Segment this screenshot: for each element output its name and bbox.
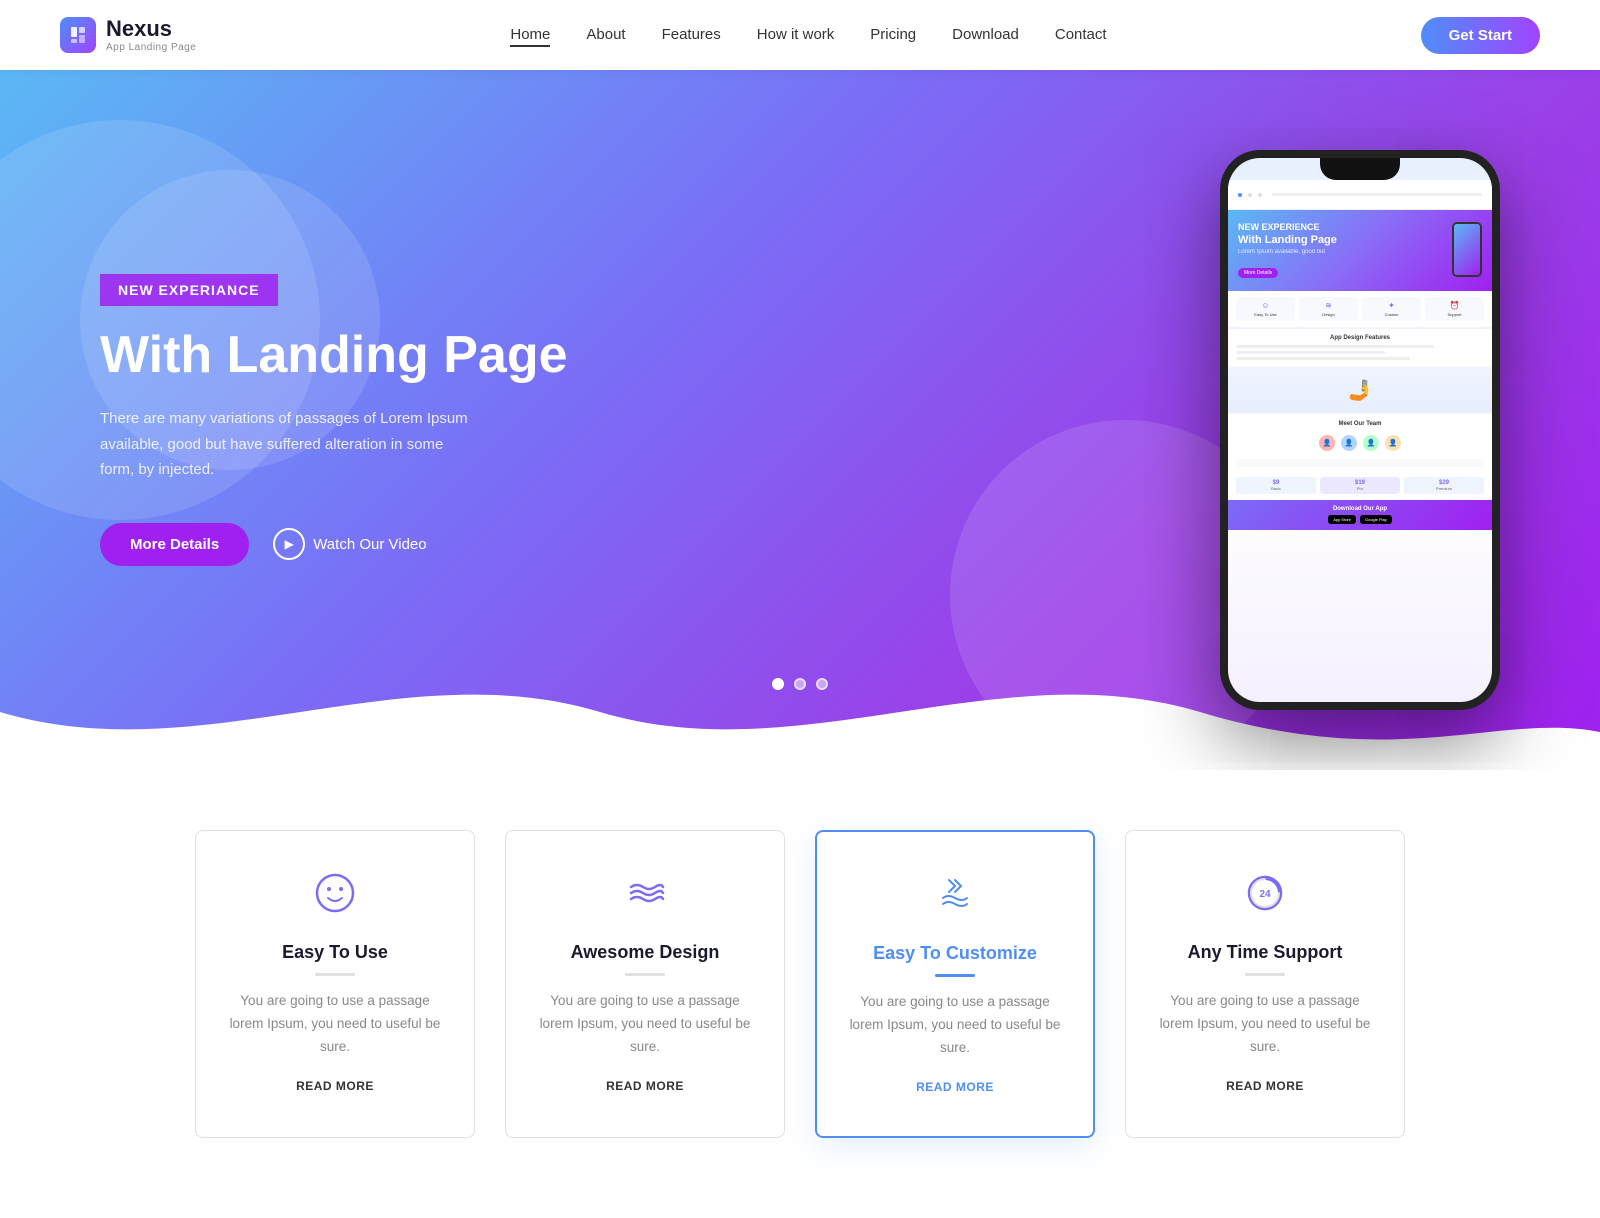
hero-badge: NEW EXPERIANCE (100, 274, 278, 306)
phone-avatar-1: 👤 (1319, 435, 1335, 451)
phone-mini-features: ☺ Easy To Use ≋ Design ✦ Custom ⏰ (1228, 291, 1492, 327)
video-label: Watch Our Video (313, 536, 426, 553)
feature-card-any-time-support: 24 Any Time Support You are going to use… (1125, 830, 1405, 1138)
smiley-icon (226, 871, 444, 924)
hero-left: NEW EXPERIANCE With Landing Page There a… (100, 274, 568, 565)
phone-pricing-3: $29 Premium (1404, 477, 1484, 494)
brand-subtitle: App Landing Page (106, 42, 196, 53)
brand-name: Nexus (106, 17, 196, 41)
phone-mini-feature-3: ✦ Custom (1362, 297, 1421, 321)
phone-mini-download: Download Our App App Store Google Play (1228, 500, 1492, 530)
features-section: Easy To Use You are going to use a passa… (0, 770, 1600, 1218)
phone-mini-screen (1454, 224, 1480, 275)
feature-desc-any-time-support: You are going to use a passage lorem Ips… (1156, 990, 1374, 1059)
read-more-easy-to-customize[interactable]: READ MORE (916, 1080, 994, 1094)
read-more-any-time-support[interactable]: READ MORE (1226, 1079, 1304, 1093)
phone-mini-header (1228, 180, 1492, 210)
hero-content: NEW EXPERIANCE With Landing Page There a… (0, 70, 1600, 770)
phone-nav-bar (1272, 193, 1482, 196)
phone-mini-title: NEW EXPERIENCE (1238, 222, 1337, 232)
feature-title-awesome-design: Awesome Design (536, 942, 754, 963)
phone-mockup: NEW EXPERIENCE With Landing Page Lorem I… (1220, 150, 1500, 710)
phone-mini-feature-1: ☺ Easy To Use (1236, 297, 1295, 321)
read-more-easy-to-use[interactable]: READ MORE (296, 1079, 374, 1093)
feature-desc-easy-to-use: You are going to use a passage lorem Ips… (226, 990, 444, 1059)
nav-pricing[interactable]: Pricing (870, 26, 916, 43)
slide-dot-1[interactable] (772, 678, 784, 690)
phone-mini-section-features: App Design Features (1228, 329, 1492, 366)
nav-home[interactable]: Home (510, 26, 550, 47)
nav-features[interactable]: Features (662, 26, 721, 43)
feature-title-any-time-support: Any Time Support (1156, 942, 1374, 963)
feature-desc-easy-to-customize: You are going to use a passage lorem Ips… (847, 991, 1063, 1060)
phone-mini-subtitle: With Landing Page (1238, 234, 1337, 246)
feature-divider-2 (625, 973, 665, 976)
watch-video-button[interactable]: ▶ Watch Our Video (273, 528, 426, 560)
read-more-awesome-design[interactable]: READ MORE (606, 1079, 684, 1093)
waves-icon (536, 871, 754, 924)
phone-notch (1320, 158, 1400, 180)
feature-divider-3 (935, 974, 975, 977)
hero-section: NEW EXPERIANCE With Landing Page There a… (0, 70, 1600, 770)
phone-screen: NEW EXPERIENCE With Landing Page Lorem I… (1228, 158, 1492, 702)
navbar: Nexus App Landing Page Home About Featur… (0, 0, 1600, 70)
feature-divider-1 (315, 973, 355, 976)
feature-title-easy-to-customize: Easy To Customize (847, 943, 1063, 964)
phone-mini-feature-4: ⏰ Support (1425, 297, 1484, 321)
phone-feature-list (1236, 345, 1484, 360)
phone-pricing-1: $9 Basic (1236, 477, 1316, 494)
more-details-button[interactable]: More Details (100, 523, 249, 566)
hero-right: NEW EXPERIENCE With Landing Page Lorem I… (1220, 130, 1500, 710)
phone-avatar-3: 👤 (1363, 435, 1379, 451)
phone-mini-desc: Lorem Ipsum available, good but (1238, 249, 1337, 255)
phone-mini-btn: More Details (1238, 268, 1278, 278)
slider-dots (772, 678, 828, 690)
feature-divider-4 (1245, 973, 1285, 976)
feature-title-easy-to-use: Easy To Use (226, 942, 444, 963)
phone-app-store-btn: App Store (1328, 515, 1356, 524)
nav-how-it-work[interactable]: How it work (757, 26, 835, 43)
phone-dot-3 (1258, 193, 1262, 197)
nav-about[interactable]: About (586, 26, 625, 43)
logo-text: Nexus App Landing Page (106, 17, 196, 52)
phone-mini-device (1452, 222, 1482, 277)
nav-contact[interactable]: Contact (1055, 26, 1107, 43)
phone-google-play-btn: Google Play (1360, 515, 1392, 524)
get-start-button[interactable]: Get Start (1421, 17, 1540, 54)
clock-icon: 24 (1156, 871, 1374, 924)
hero-title: With Landing Page (100, 326, 568, 386)
slide-dot-2[interactable] (794, 678, 806, 690)
phone-dot-2 (1248, 193, 1252, 197)
feature-card-easy-to-customize: Easy To Customize You are going to use a… (815, 830, 1095, 1138)
phone-mini-team: Meet Our Team 👤 👤 👤 👤 (1228, 415, 1492, 473)
phone-mini-hero: NEW EXPERIENCE With Landing Page Lorem I… (1228, 210, 1492, 291)
feature-card-easy-to-use: Easy To Use You are going to use a passa… (195, 830, 475, 1138)
phone-dot-1 (1238, 193, 1242, 197)
logo[interactable]: Nexus App Landing Page (60, 17, 196, 53)
phone-pricing-2: $19 Pro (1320, 477, 1400, 494)
play-icon: ▶ (273, 528, 305, 560)
phone-avatar-2: 👤 (1341, 435, 1357, 451)
hero-actions: More Details ▶ Watch Our Video (100, 523, 568, 566)
hero-description: There are many variations of passages of… (100, 406, 480, 483)
customize-icon (847, 872, 1063, 925)
feature-card-awesome-design: Awesome Design You are going to use a pa… (505, 830, 785, 1138)
feature-desc-awesome-design: You are going to use a passage lorem Ips… (536, 990, 754, 1059)
svg-text:24: 24 (1259, 889, 1271, 900)
phone-avatar-4: 👤 (1385, 435, 1401, 451)
phone-mini-pricing: $9 Basic $19 Pro $29 Premium (1228, 473, 1492, 498)
phone-mini-feature-2: ≋ Design (1299, 297, 1358, 321)
phone-mini-hand-section: 🤳 (1228, 368, 1492, 413)
logo-icon (60, 17, 96, 53)
nav-download[interactable]: Download (952, 26, 1019, 43)
slide-dot-3[interactable] (816, 678, 828, 690)
nav-links: Home About Features How it work Pricing … (510, 26, 1106, 44)
